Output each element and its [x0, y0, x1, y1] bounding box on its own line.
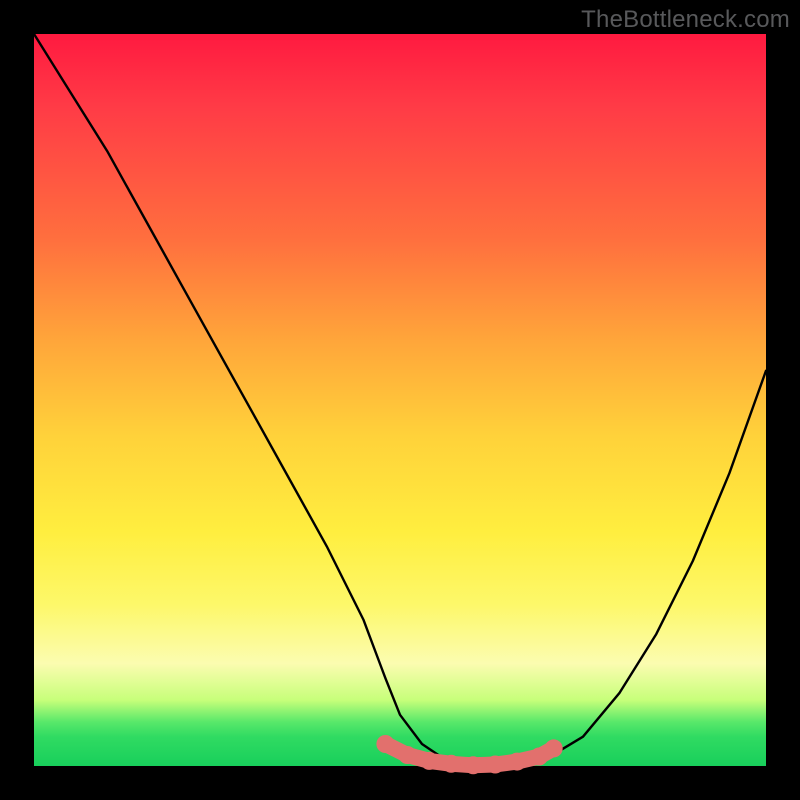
- marker-dot: [486, 756, 504, 774]
- marker-dot: [545, 739, 563, 757]
- watermark-text: TheBottleneck.com: [581, 6, 790, 34]
- plot-area: [34, 34, 766, 766]
- marker-dot: [398, 746, 416, 764]
- bottleneck-curve: [34, 34, 766, 766]
- curve-layer: [34, 34, 766, 766]
- marker-dot: [508, 753, 526, 771]
- marker-dot: [420, 752, 438, 770]
- marker-dot: [442, 755, 460, 773]
- marker-dot: [376, 735, 394, 753]
- marker-dot: [464, 756, 482, 774]
- optimal-range-markers: [376, 735, 562, 774]
- chart-frame: TheBottleneck.com: [0, 0, 800, 800]
